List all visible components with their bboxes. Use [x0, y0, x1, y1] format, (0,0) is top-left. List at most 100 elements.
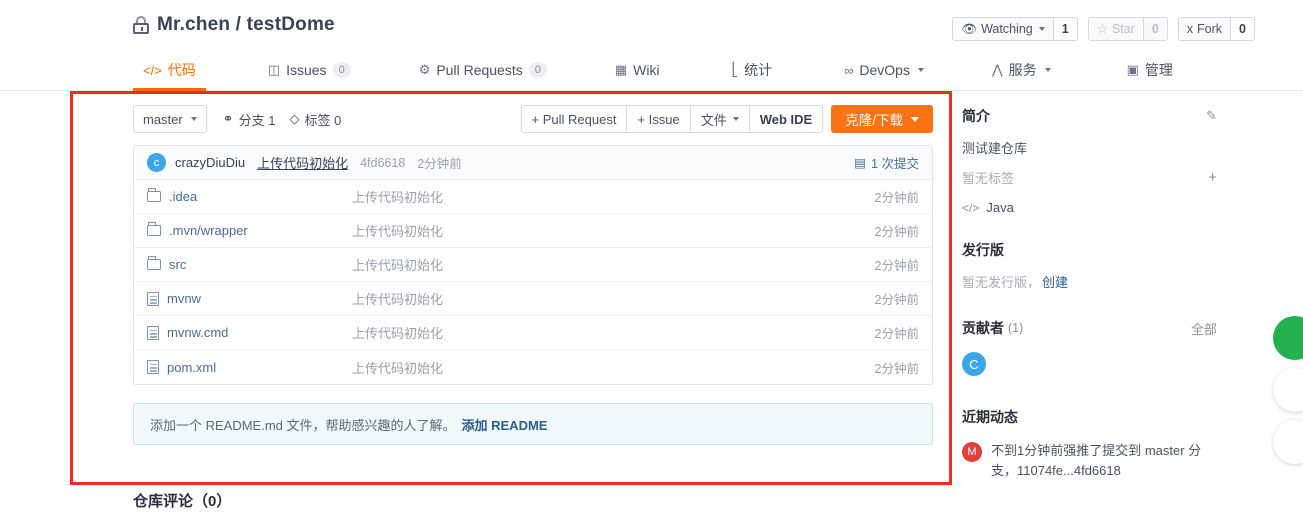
tab-statistics-label: 统计 [744, 62, 773, 78]
sidebar: 简介 ✎ 测试建仓库 暂无标签 + </> Java 发行版 暂无发行版， 创建… [962, 105, 1217, 485]
secondary-fab-2[interactable] [1273, 420, 1303, 464]
branch-selector[interactable]: master [133, 105, 207, 133]
edit-icon[interactable]: ✎ [1206, 108, 1217, 124]
table-row[interactable]: .mvn/wrapper 上传代码初始化 2分钟前 [134, 214, 932, 248]
repo-nav: </> 代码 ◫ Issues 0 ⚙ Pull Requests 0 ▦ Wi… [0, 50, 1303, 91]
new-issue-button[interactable]: + Issue [626, 105, 690, 133]
sidebar-section-intro: 简介 ✎ 测试建仓库 暂无标签 + </> Java [962, 105, 1217, 215]
tab-wiki-label: Wiki [633, 62, 660, 78]
tab-devops[interactable]: ∞ DevOps [834, 50, 934, 90]
star-count[interactable]: 0 [1143, 17, 1168, 41]
commit-count-link[interactable]: ▤ 1 次提交 [854, 153, 919, 172]
file-name-cell[interactable]: pom.xml [147, 360, 352, 375]
repo-full-name[interactable]: Mr.chen / testDome [157, 14, 335, 36]
file-name: mvnw [167, 291, 201, 306]
sidebar-section-releases: 发行版 暂无发行版， 创建 [962, 239, 1217, 291]
wiki-icon: ▦ [614, 62, 628, 77]
file-name: pom.xml [167, 359, 217, 375]
activity-header: 近期动态 [962, 406, 1217, 428]
contributors-all-link[interactable]: 全部 [1191, 319, 1217, 338]
content-column: master ⚭ 分支 1 ◇ 标签 0 + Pull Request + Is [133, 105, 933, 445]
branches-link[interactable]: ⚭ 分支 1 [223, 110, 276, 129]
tab-manage-label: 管理 [1144, 62, 1173, 78]
infinity-icon: ∞ [844, 62, 854, 78]
pull-request-icon: ⚙ [418, 62, 431, 77]
branches-label: 分支 1 [238, 112, 276, 128]
tab-wiki[interactable]: ▦ Wiki [605, 50, 670, 90]
tab-manage[interactable]: ▣ 管理 [1117, 50, 1183, 90]
watch-count[interactable]: 1 [1053, 17, 1078, 41]
chevron-down-icon [732, 117, 739, 121]
tab-code-label: 代码 [167, 62, 196, 78]
tab-pull-requests[interactable]: ⚙ Pull Requests 0 [409, 50, 557, 90]
branch-icon: ⚭ [222, 111, 234, 126]
fork-button[interactable]: x Fork [1177, 17, 1232, 41]
file-name-cell[interactable]: mvnw [147, 291, 352, 306]
tags-link[interactable]: ◇ 标签 0 [289, 110, 341, 129]
commit-message[interactable]: 上传代码初始化 [257, 153, 348, 172]
file-name-cell[interactable]: mvnw.cmd [147, 325, 352, 340]
tab-services[interactable]: ⋀ 服务 [982, 50, 1061, 90]
file-browser: c crazyDiuDiu 上传代码初始化 4fd6618 2分钟前 ▤ 1 次… [133, 145, 933, 385]
releases-title: 发行版 [962, 242, 1004, 258]
file-name-cell[interactable]: src [147, 256, 352, 272]
commit-author[interactable]: crazyDiuDiu [175, 155, 245, 170]
chevron-down-icon [911, 116, 919, 122]
clone-download-button[interactable]: 克隆/下载 [831, 105, 933, 133]
files-label: 文件 [700, 112, 727, 128]
avatar[interactable]: M [962, 442, 982, 462]
table-row[interactable]: mvnw.cmd 上传代码初始化 2分钟前 [134, 316, 932, 350]
table-row[interactable]: mvnw 上传代码初始化 2分钟前 [134, 282, 932, 316]
table-row[interactable]: src 上传代码初始化 2分钟前 [134, 248, 932, 282]
code-icon: </> [143, 62, 162, 78]
table-row[interactable]: .idea 上传代码初始化 2分钟前 [134, 180, 932, 214]
sidebar-section-contributors: 贡献者 (1) 全部 C [962, 317, 1217, 376]
tab-issues-badge: 0 [332, 61, 351, 79]
tab-pull-requests-badge: 0 [528, 61, 547, 79]
chevron-down-icon [1044, 68, 1051, 72]
tab-issues[interactable]: ◫ Issues 0 [258, 50, 361, 90]
intro-description: 测试建仓库 [962, 141, 1028, 156]
star-button-group[interactable]: ☆ Star 0 [1087, 17, 1168, 41]
file-commit-message: 上传代码初始化 [352, 224, 444, 239]
tags-empty-label: 暂无标签 [962, 171, 1015, 186]
star-button[interactable]: ☆ Star [1087, 17, 1144, 41]
chat-fab[interactable] [1273, 316, 1303, 360]
chevron-down-icon [917, 68, 924, 72]
file-name-cell[interactable]: .mvn/wrapper [147, 222, 352, 238]
contributor-avatar[interactable]: C [962, 352, 986, 376]
language-row[interactable]: </> Java [962, 200, 1217, 215]
avatar[interactable]: c [147, 153, 166, 172]
add-readme-link[interactable]: 添加 README [462, 415, 548, 434]
tag-icon: ◇ [289, 111, 300, 126]
tab-statistics[interactable]: ⎣ 统计 [722, 50, 783, 90]
fork-button-group[interactable]: x Fork 0 [1177, 17, 1255, 41]
create-release-link[interactable]: 创建 [1042, 272, 1068, 291]
activity-icon: ⋀ [991, 62, 1003, 77]
repo-header: Mr.chen / testDome 👁 Watching 1 ☆ Star 0 [0, 0, 1303, 91]
file-commit-message: 上传代码初始化 [352, 258, 444, 273]
new-pull-request-button[interactable]: + Pull Request [520, 105, 627, 133]
commit-sha[interactable]: 4fd6618 [360, 156, 405, 170]
plus-icon[interactable]: + [1208, 169, 1217, 186]
file-name-cell[interactable]: .idea [147, 188, 352, 204]
table-row[interactable]: pom.xml 上传代码初始化 2分钟前 [134, 350, 932, 384]
contributors-title: 贡献者 [962, 320, 1004, 336]
watch-button-group[interactable]: 👁 Watching 1 [952, 17, 1078, 41]
fork-count[interactable]: 0 [1231, 17, 1255, 41]
repo-nav-items: </> 代码 ◫ Issues 0 ⚙ Pull Requests 0 ▦ Wi… [133, 50, 1183, 91]
repository-page: Mr.chen / testDome 👁 Watching 1 ☆ Star 0 [0, 0, 1303, 518]
settings-icon: ▣ [1126, 62, 1139, 77]
tab-devops-label: DevOps [859, 62, 910, 78]
web-ide-button[interactable]: Web IDE [748, 105, 824, 133]
code-brackets-icon: </> [962, 200, 980, 215]
file-icon [147, 291, 159, 306]
tab-code[interactable]: </> 代码 [133, 50, 206, 91]
secondary-fab-1[interactable] [1273, 368, 1303, 412]
fork-icon: x [1186, 21, 1194, 36]
file-name: mvnw.cmd [167, 325, 229, 340]
activity-title: 近期动态 [962, 409, 1018, 425]
files-dropdown-button[interactable]: 文件 [689, 105, 749, 133]
file-commit-message: 上传代码初始化 [352, 292, 444, 307]
watch-button[interactable]: 👁 Watching [952, 17, 1054, 41]
